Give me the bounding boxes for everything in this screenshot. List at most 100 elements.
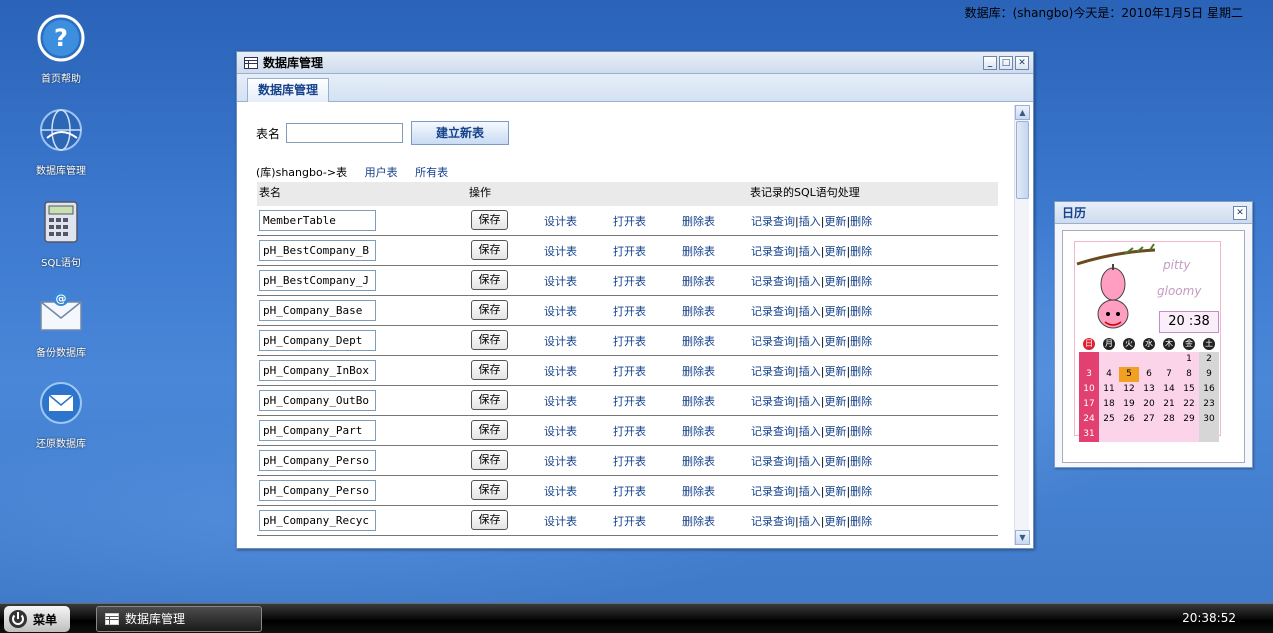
calendar-day[interactable]: 22 — [1179, 397, 1199, 412]
calendar-day[interactable]: 31 — [1079, 427, 1099, 442]
design-table-link[interactable]: 设计表 — [544, 303, 577, 319]
design-table-link[interactable]: 设计表 — [544, 333, 577, 349]
sql-action-link[interactable]: 插入 — [799, 515, 821, 528]
calendar-day[interactable]: 9 — [1199, 367, 1219, 382]
table-name-input[interactable] — [286, 123, 404, 143]
design-table-link[interactable]: 设计表 — [544, 513, 577, 529]
sql-action-link[interactable]: 记录查询 — [751, 305, 795, 318]
sql-action-link[interactable]: 记录查询 — [751, 245, 795, 258]
table-name-field[interactable]: pH_BestCompany_B — [259, 240, 376, 261]
delete-table-link[interactable]: 删除表 — [682, 423, 715, 439]
design-table-link[interactable]: 设计表 — [544, 483, 577, 499]
calendar-day[interactable]: 20 — [1139, 397, 1159, 412]
window-titlebar[interactable]: 数据库管理 _ □ ✕ — [237, 52, 1033, 74]
save-button[interactable]: 保存 — [471, 450, 508, 470]
save-button[interactable]: 保存 — [471, 510, 508, 530]
open-table-link[interactable]: 打开表 — [613, 333, 646, 349]
calendar-day[interactable] — [1159, 427, 1179, 442]
table-name-field[interactable]: pH_Company_Recyc — [259, 510, 376, 531]
delete-table-link[interactable]: 删除表 — [682, 243, 715, 259]
calendar-day[interactable]: 10 — [1079, 382, 1099, 397]
sql-action-link[interactable]: 更新 — [824, 335, 846, 348]
calendar-day[interactable]: 16 — [1199, 382, 1219, 397]
calendar-titlebar[interactable]: 日历 ✕ — [1055, 202, 1252, 224]
calendar-day[interactable] — [1099, 352, 1119, 367]
calendar-day[interactable]: 26 — [1119, 412, 1139, 427]
save-button[interactable]: 保存 — [471, 240, 508, 260]
calendar-day[interactable] — [1079, 352, 1099, 367]
open-table-link[interactable]: 打开表 — [613, 393, 646, 409]
sql-action-link[interactable]: 记录查询 — [751, 215, 795, 228]
calendar-day[interactable]: 4 — [1099, 367, 1119, 382]
start-menu-button[interactable]: 菜单 — [4, 606, 70, 632]
sql-action-link[interactable]: 删除 — [850, 365, 872, 378]
sql-action-link[interactable]: 删除 — [850, 515, 872, 528]
design-table-link[interactable]: 设计表 — [544, 393, 577, 409]
sql-action-link[interactable]: 更新 — [824, 275, 846, 288]
calendar-day[interactable]: 12 — [1119, 382, 1139, 397]
scroll-down-arrow[interactable]: ▼ — [1015, 530, 1030, 545]
calendar-day[interactable]: 5 — [1119, 367, 1139, 382]
tab-database-manager[interactable]: 数据库管理 — [247, 78, 330, 102]
delete-table-link[interactable]: 删除表 — [682, 273, 715, 289]
open-table-link[interactable]: 打开表 — [613, 423, 646, 439]
desktop-icon-sql[interactable]: SQL语句 — [20, 198, 102, 269]
save-button[interactable]: 保存 — [471, 330, 508, 350]
calendar-day[interactable] — [1099, 427, 1119, 442]
sql-action-link[interactable]: 插入 — [799, 215, 821, 228]
delete-table-link[interactable]: 删除表 — [682, 303, 715, 319]
sql-action-link[interactable]: 删除 — [850, 335, 872, 348]
save-button[interactable]: 保存 — [471, 300, 508, 320]
calendar-day[interactable] — [1199, 427, 1219, 442]
open-table-link[interactable]: 打开表 — [613, 303, 646, 319]
sql-action-link[interactable]: 记录查询 — [751, 485, 795, 498]
delete-table-link[interactable]: 删除表 — [682, 363, 715, 379]
open-table-link[interactable]: 打开表 — [613, 363, 646, 379]
sql-action-link[interactable]: 删除 — [850, 455, 872, 468]
sql-action-link[interactable]: 记录查询 — [751, 425, 795, 438]
calendar-day[interactable]: 7 — [1159, 367, 1179, 382]
delete-table-link[interactable]: 删除表 — [682, 453, 715, 469]
all-tables-link[interactable]: 所有表 — [415, 166, 448, 179]
calendar-day[interactable] — [1179, 427, 1199, 442]
sql-action-link[interactable]: 更新 — [824, 515, 846, 528]
delete-table-link[interactable]: 删除表 — [682, 213, 715, 229]
sql-action-link[interactable]: 记录查询 — [751, 515, 795, 528]
table-name-field[interactable]: pH_Company_InBox — [259, 360, 376, 381]
calendar-day[interactable]: 3 — [1079, 367, 1099, 382]
delete-table-link[interactable]: 删除表 — [682, 513, 715, 529]
delete-table-link[interactable]: 删除表 — [682, 393, 715, 409]
calendar-day[interactable]: 13 — [1139, 382, 1159, 397]
sql-action-link[interactable]: 删除 — [850, 275, 872, 288]
table-name-field[interactable]: pH_Company_Perso — [259, 480, 376, 501]
save-button[interactable]: 保存 — [471, 390, 508, 410]
scroll-thumb[interactable] — [1016, 121, 1029, 199]
calendar-day[interactable] — [1139, 427, 1159, 442]
table-name-field[interactable]: MemberTable — [259, 210, 376, 231]
calendar-day[interactable]: 23 — [1199, 397, 1219, 412]
vertical-scrollbar[interactable]: ▲ ▼ — [1014, 105, 1030, 545]
sql-action-link[interactable]: 更新 — [824, 425, 846, 438]
sql-action-link[interactable]: 更新 — [824, 365, 846, 378]
design-table-link[interactable]: 设计表 — [544, 453, 577, 469]
sql-action-link[interactable]: 插入 — [799, 305, 821, 318]
maximize-button[interactable]: □ — [999, 56, 1013, 70]
calendar-day[interactable]: 1 — [1179, 352, 1199, 367]
table-name-field[interactable]: pH_Company_OutBo — [259, 390, 376, 411]
calendar-day[interactable]: 6 — [1139, 367, 1159, 382]
table-name-field[interactable]: pH_Company_Perso — [259, 450, 376, 471]
sql-action-link[interactable]: 删除 — [850, 305, 872, 318]
save-button[interactable]: 保存 — [471, 210, 508, 230]
open-table-link[interactable]: 打开表 — [613, 483, 646, 499]
calendar-day[interactable] — [1119, 352, 1139, 367]
calendar-day[interactable]: 15 — [1179, 382, 1199, 397]
desktop-icon-backup[interactable]: @ 备份数据库 — [20, 288, 102, 359]
calendar-day[interactable]: 25 — [1099, 412, 1119, 427]
sql-action-link[interactable]: 删除 — [850, 485, 872, 498]
sql-action-link[interactable]: 删除 — [850, 215, 872, 228]
desktop-icon-database[interactable]: 数据库管理 — [20, 106, 102, 177]
calendar-close-button[interactable]: ✕ — [1233, 206, 1247, 220]
delete-table-link[interactable]: 删除表 — [682, 483, 715, 499]
close-button[interactable]: ✕ — [1015, 56, 1029, 70]
create-table-button[interactable]: 建立新表 — [411, 121, 510, 145]
